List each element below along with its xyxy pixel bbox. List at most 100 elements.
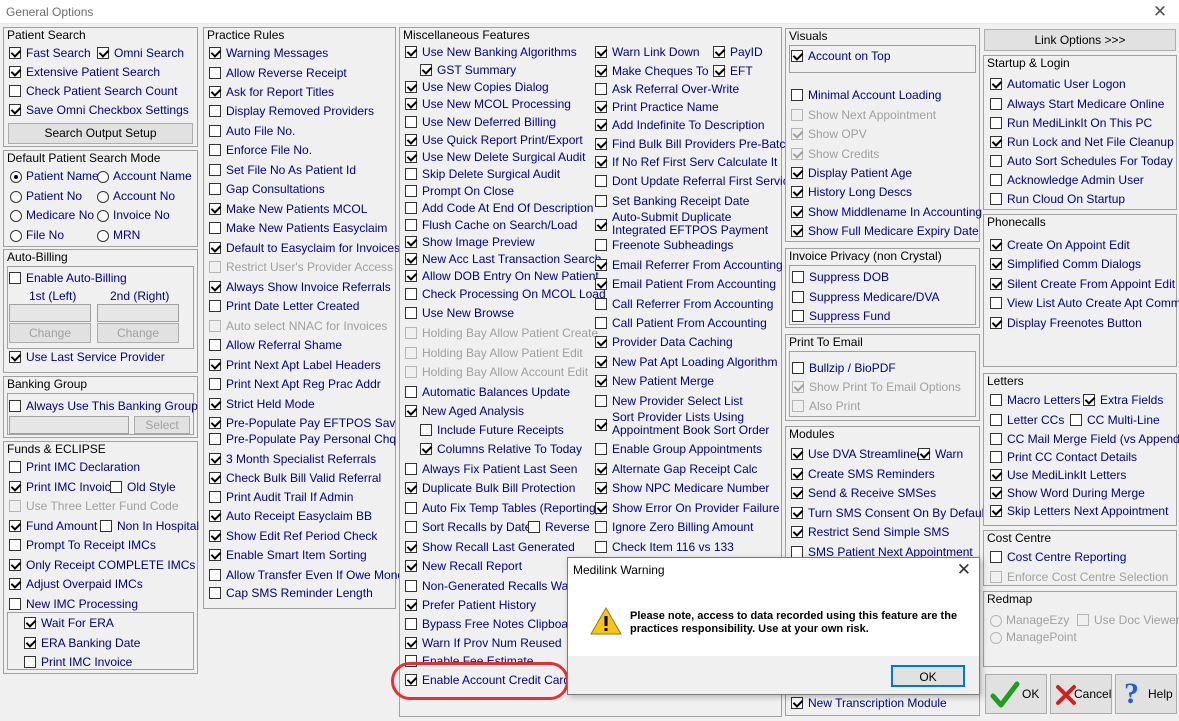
checkbox-box[interactable] xyxy=(97,47,109,59)
checkbox-box[interactable] xyxy=(9,351,21,363)
checkbox-box[interactable] xyxy=(990,155,1002,167)
checkbox-box[interactable] xyxy=(209,320,221,332)
checkbox-box[interactable] xyxy=(405,482,417,494)
checkbox-box[interactable] xyxy=(209,472,221,484)
checkbox-box[interactable] xyxy=(209,453,221,465)
checkbox-box[interactable] xyxy=(791,507,803,519)
checkbox-box[interactable] xyxy=(595,463,607,475)
checkbox-box[interactable] xyxy=(209,300,221,312)
cancel-button[interactable]: Cancel xyxy=(1050,674,1112,714)
checkbox-box[interactable] xyxy=(405,151,417,163)
checkbox-box[interactable] xyxy=(595,395,607,407)
checkbox-box[interactable] xyxy=(595,156,607,168)
checkbox-box[interactable] xyxy=(405,253,417,265)
checkbox-box[interactable] xyxy=(9,104,21,116)
checkbox-box[interactable] xyxy=(209,359,221,371)
checkbox-box[interactable] xyxy=(595,278,607,290)
checkbox-box[interactable] xyxy=(420,64,432,76)
checkbox-box[interactable] xyxy=(990,505,1002,517)
checkbox-box[interactable] xyxy=(405,288,417,300)
checkbox-box[interactable] xyxy=(990,239,1002,251)
checkbox-box[interactable] xyxy=(595,317,607,329)
dialog-ok-button[interactable]: OK xyxy=(891,665,965,687)
radio-dot[interactable] xyxy=(990,632,1002,644)
checkbox-box[interactable] xyxy=(791,186,803,198)
checkbox-box[interactable] xyxy=(918,448,930,460)
checkbox-box[interactable] xyxy=(209,549,221,561)
checkbox-box[interactable] xyxy=(595,138,607,150)
checkbox-box[interactable] xyxy=(420,424,432,436)
checkbox-box[interactable] xyxy=(209,164,221,176)
checkbox-box[interactable] xyxy=(405,185,417,197)
checkbox-box[interactable] xyxy=(209,569,221,581)
checkbox-box[interactable] xyxy=(405,134,417,146)
checkbox-box[interactable] xyxy=(405,541,417,553)
checkbox-box[interactable] xyxy=(791,697,803,709)
checkbox-box[interactable] xyxy=(100,520,112,532)
checkbox-box[interactable] xyxy=(990,414,1002,426)
checkbox-box[interactable] xyxy=(209,398,221,410)
checkbox-box[interactable] xyxy=(209,222,221,234)
checkbox-box[interactable] xyxy=(405,521,417,533)
checkbox-box[interactable] xyxy=(595,175,607,187)
checkbox-box[interactable] xyxy=(9,272,21,284)
banking-group-field[interactable] xyxy=(9,416,129,434)
checkbox-box[interactable] xyxy=(792,271,804,283)
checkbox-box[interactable] xyxy=(209,339,221,351)
checkbox-box[interactable] xyxy=(209,491,221,503)
checkbox-box[interactable] xyxy=(990,193,1002,205)
checkbox-box[interactable] xyxy=(595,521,607,533)
checkbox-box[interactable] xyxy=(405,81,417,93)
checkbox-box[interactable] xyxy=(713,65,725,77)
checkbox-box[interactable] xyxy=(1077,614,1089,626)
checkbox-box[interactable] xyxy=(791,167,803,179)
close-icon[interactable]: ✕ xyxy=(1145,0,1175,24)
help-button[interactable]: ? Help xyxy=(1115,674,1177,714)
checkbox-box[interactable] xyxy=(791,526,803,538)
checkbox-box[interactable] xyxy=(595,298,607,310)
checkbox-box[interactable] xyxy=(990,117,1002,129)
checkbox-box[interactable] xyxy=(792,381,804,393)
checkbox-box[interactable] xyxy=(209,242,221,254)
checkbox-box[interactable] xyxy=(24,617,36,629)
checkbox-box[interactable] xyxy=(595,259,607,271)
checkbox-box[interactable] xyxy=(9,85,21,97)
checkbox-box[interactable] xyxy=(990,433,1002,445)
checkbox-box[interactable] xyxy=(405,236,417,248)
checkbox-box[interactable] xyxy=(990,487,1002,499)
checkbox-box[interactable] xyxy=(9,598,21,610)
checkbox-box[interactable] xyxy=(792,291,804,303)
checkbox-box[interactable] xyxy=(9,520,21,532)
checkbox-box[interactable] xyxy=(209,530,221,542)
checkbox-box[interactable] xyxy=(595,443,607,455)
checkbox-box[interactable] xyxy=(405,46,417,58)
checkbox-box[interactable] xyxy=(209,86,221,98)
checkbox-box[interactable] xyxy=(9,400,21,412)
checkbox-box[interactable] xyxy=(405,347,417,359)
checkbox-box[interactable] xyxy=(9,578,21,590)
checkbox-box[interactable] xyxy=(9,66,21,78)
checkbox-box[interactable] xyxy=(209,433,221,445)
checkbox-box[interactable] xyxy=(792,310,804,322)
checkbox-box[interactable] xyxy=(595,375,607,387)
checkbox-box[interactable] xyxy=(24,656,36,668)
checkbox-box[interactable] xyxy=(791,148,803,160)
checkbox-box[interactable] xyxy=(792,400,804,412)
checkbox-box[interactable] xyxy=(405,98,417,110)
checkbox-box[interactable] xyxy=(1083,394,1095,406)
checkbox-box[interactable] xyxy=(405,168,417,180)
checkbox-box[interactable] xyxy=(405,502,417,514)
checkbox-box[interactable] xyxy=(209,47,221,59)
checkbox-box[interactable] xyxy=(405,599,417,611)
link-options-button[interactable]: Link Options >>> xyxy=(984,29,1176,51)
checkbox-box[interactable] xyxy=(791,50,803,62)
checkbox-box[interactable] xyxy=(595,482,607,494)
checkbox-box[interactable] xyxy=(9,559,21,571)
checkbox-box[interactable] xyxy=(990,551,1002,563)
checkbox-box[interactable] xyxy=(791,128,803,140)
checkbox-box[interactable] xyxy=(595,119,607,131)
radio-dot[interactable] xyxy=(10,191,22,203)
checkbox-box[interactable] xyxy=(990,571,1002,583)
checkbox-box[interactable] xyxy=(209,261,221,273)
checkbox-box[interactable] xyxy=(209,144,221,156)
